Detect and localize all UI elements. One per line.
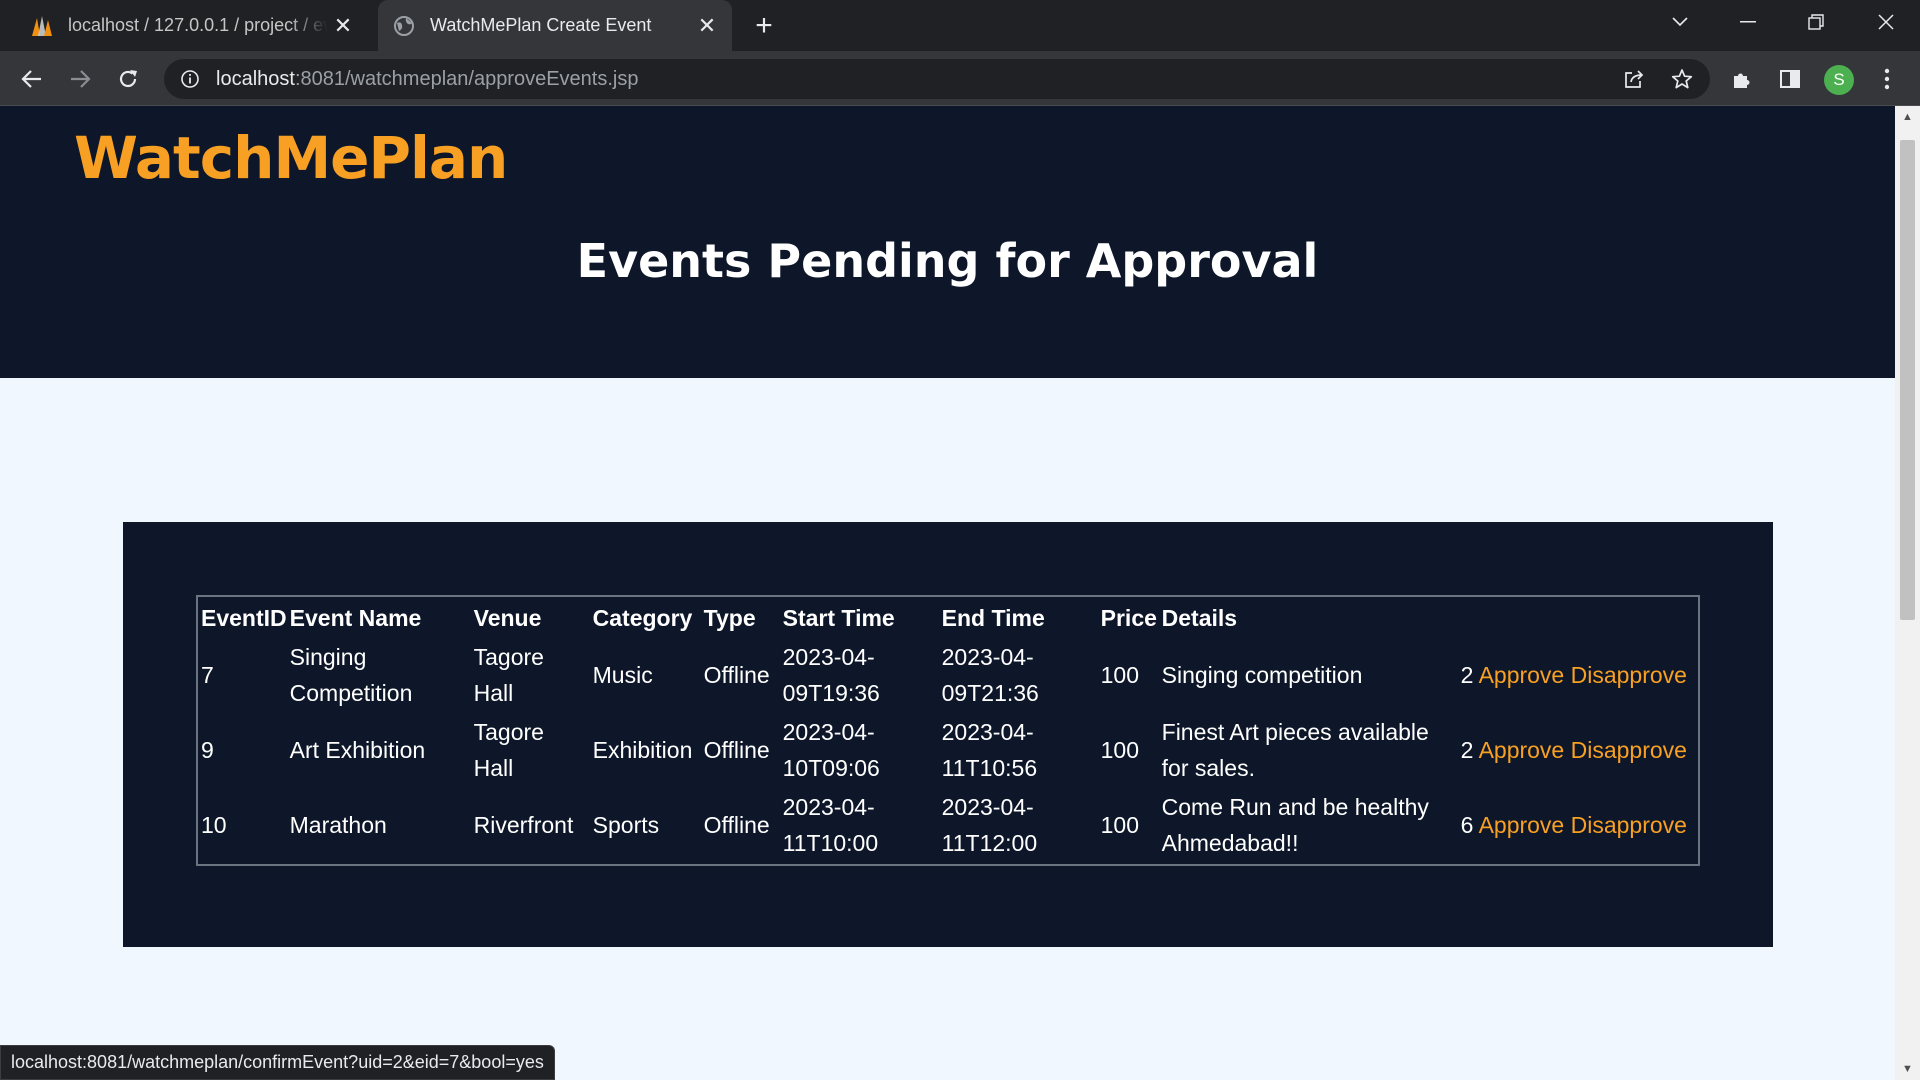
scrollbar-thumb[interactable]	[1900, 140, 1915, 620]
cell-category: Sports	[592, 812, 660, 838]
extensions-puzzle-icon[interactable]	[1724, 61, 1760, 97]
cell-start-time: 2023-04- 09T19:36	[782, 644, 880, 706]
disapprove-link[interactable]: Disapprove	[1571, 662, 1687, 688]
cell-user-id: 2	[1460, 737, 1474, 763]
cell-start-time: 2023-04- 11T10:00	[782, 794, 879, 856]
cell-category: Music	[592, 662, 653, 688]
approve-link[interactable]: Approve	[1479, 662, 1565, 688]
scroll-up-arrow-icon[interactable]: ▲	[1895, 106, 1920, 128]
back-arrow-icon[interactable]	[14, 61, 50, 97]
column-header: End Time	[941, 604, 1045, 631]
cell-price: 100	[1100, 662, 1140, 688]
cell-end-time: 2023-04- 09T21:36	[941, 644, 1039, 706]
cell-end-time: 2023-04- 11T10:56	[941, 719, 1038, 781]
cell-user-id: 6	[1460, 812, 1474, 838]
new-tab-button[interactable]: +	[746, 8, 782, 44]
column-header: Category	[592, 604, 693, 631]
disapprove-link[interactable]: Disapprove	[1571, 812, 1687, 838]
cell-start-time: 2023-04- 10T09:06	[782, 719, 880, 781]
share-icon[interactable]	[1616, 61, 1652, 97]
browser-tab-watchmeplan[interactable]: WatchMePlan Create Event ✕	[378, 0, 732, 51]
page-scrollbar[interactable]: ▲ ▼	[1895, 106, 1920, 1080]
cell-type: Offline	[703, 662, 770, 688]
close-window-icon[interactable]	[1856, 0, 1916, 44]
tab-title: localhost / 127.0.0.1 / project / ev	[68, 15, 328, 35]
tab-search-chevron-icon[interactable]	[1650, 0, 1710, 44]
column-header: EventID	[201, 604, 287, 631]
cell-event-name: Marathon	[289, 812, 387, 838]
column-header: Event Name	[289, 604, 422, 631]
profile-avatar[interactable]: S	[1824, 65, 1854, 95]
kebab-menu-icon[interactable]	[1869, 61, 1905, 97]
page-title: Events Pending for Approval	[576, 234, 1319, 288]
cell-event-id: 9	[201, 737, 214, 763]
reload-icon[interactable]	[110, 61, 146, 97]
restore-icon[interactable]	[1786, 0, 1846, 44]
events-panel: EventID Event Name Venue Category Type S…	[123, 522, 1773, 947]
cell-actions: 6 Approve Disapprove	[1461, 789, 1695, 861]
address-url: localhost:8081/watchmeplan/approveEvents…	[216, 68, 638, 91]
close-tab-icon[interactable]: ✕	[692, 11, 722, 41]
cell-actions: 2 Approve Disapprove	[1461, 639, 1695, 711]
site-info-icon[interactable]	[164, 69, 216, 89]
minimize-icon[interactable]	[1718, 0, 1778, 44]
cell-user-id: 2	[1460, 662, 1474, 688]
column-header-actions	[1461, 600, 1695, 636]
cell-event-id: 10	[201, 812, 227, 838]
browser-toolbar: localhost:8081/watchmeplan/approveEvents…	[0, 51, 1920, 106]
approve-link[interactable]: Approve	[1479, 737, 1565, 763]
bookmark-star-icon[interactable]	[1664, 61, 1700, 97]
column-header: Details	[1161, 604, 1238, 631]
cell-venue: Riverfront	[473, 812, 574, 838]
phpmyadmin-icon	[30, 14, 54, 38]
site-logo[interactable]: WatchMePlan	[74, 124, 508, 192]
table-header-row: EventID Event Name Venue Category Type S…	[201, 600, 1695, 636]
column-header: Start Time	[782, 604, 895, 631]
side-panel-icon[interactable]	[1772, 61, 1808, 97]
cell-details: Come Run and be healthy Ahmedabad!!	[1161, 794, 1429, 856]
cell-price: 100	[1100, 737, 1140, 763]
cell-category: Exhibition	[592, 737, 693, 763]
cell-venue: Tagore Hall	[473, 719, 544, 781]
table-row: 10 Marathon Riverfront Sports Offline 20…	[201, 789, 1695, 861]
cell-price: 100	[1100, 812, 1140, 838]
cell-venue: Tagore Hall	[473, 644, 544, 706]
forward-arrow-icon[interactable]	[62, 61, 98, 97]
browser-tab-phpmyadmin[interactable]: localhost / 127.0.0.1 / project / ev ✕	[16, 0, 368, 51]
cell-type: Offline	[703, 812, 770, 838]
close-tab-icon[interactable]: ✕	[328, 11, 358, 41]
site-header: WatchMePlan Events Pending for Approval	[0, 106, 1895, 378]
cell-actions: 2 Approve Disapprove	[1461, 714, 1695, 786]
url-path: :8081/watchmeplan/approveEvents.jsp	[294, 67, 639, 90]
cell-details: Finest Art pieces available for sales.	[1161, 719, 1429, 781]
table-row: 9 Art Exhibition Tagore Hall Exhibition …	[201, 714, 1695, 786]
cell-type: Offline	[703, 737, 770, 763]
table-row: 7 Singing Competition Tagore Hall Music …	[201, 639, 1695, 711]
cell-details: Singing competition	[1161, 662, 1363, 688]
globe-icon	[392, 14, 416, 38]
tab-title: WatchMePlan Create Event	[430, 15, 652, 35]
address-bar[interactable]: localhost:8081/watchmeplan/approveEvents…	[164, 59, 1710, 99]
url-host: localhost	[216, 67, 295, 90]
column-header: Venue	[473, 604, 542, 631]
disapprove-link[interactable]: Disapprove	[1571, 737, 1687, 763]
browser-tab-bar: localhost / 127.0.0.1 / project / ev ✕ W…	[0, 0, 1920, 51]
scroll-down-arrow-icon[interactable]: ▼	[1895, 1058, 1920, 1080]
column-header: Price	[1100, 604, 1157, 631]
link-status-bubble: localhost:8081/watchmeplan/confirmEvent?…	[0, 1045, 555, 1080]
cell-event-name: Singing Competition	[289, 644, 413, 706]
cell-event-id: 7	[201, 662, 214, 688]
column-header: Type	[703, 604, 756, 631]
approve-link[interactable]: Approve	[1479, 812, 1565, 838]
cell-event-name: Art Exhibition	[289, 737, 426, 763]
page-viewport: WatchMePlan Events Pending for Approval …	[0, 106, 1895, 1080]
cell-end-time: 2023-04- 11T12:00	[941, 794, 1038, 856]
pending-events-table: EventID Event Name Venue Category Type S…	[196, 595, 1700, 866]
